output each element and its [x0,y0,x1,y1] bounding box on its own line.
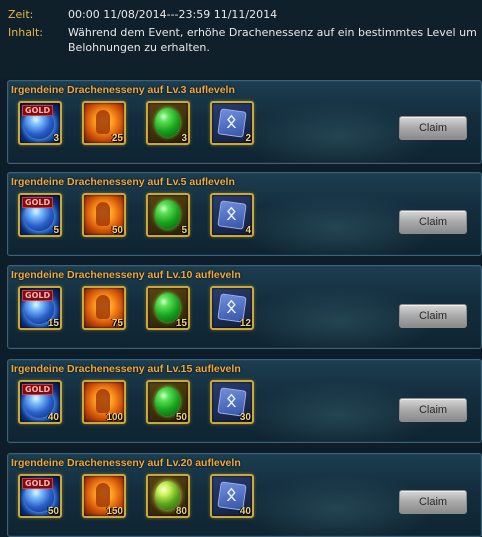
fire-figure-icon[interactable]: 75 [82,286,126,330]
item-quantity: 4 [245,225,251,236]
item-quantity: 2 [245,133,251,144]
green-gem-icon[interactable]: 3 [146,101,190,145]
item-quantity: 25 [111,133,123,144]
item-quantity: 12 [239,318,251,329]
item-quantity: 15 [47,318,59,329]
blue-orb-icon[interactable]: GOLD 3 [18,101,62,145]
event-info-header: Zeit: 00:00 11/08/2014---23:59 11/11/2014… [0,0,482,78]
time-label: Zeit: [8,8,34,21]
time-value: 00:00 11/08/2014---23:59 11/11/2014 [68,8,278,21]
blue-orb-icon[interactable]: GOLD 40 [18,380,62,424]
tier-title: Irgendeine Drachenesseny auf Lv.3 auflev… [11,84,235,96]
green-gem-icon[interactable]: 15 [146,286,190,330]
item-quantity: 40 [47,412,59,423]
blue-rune-icon[interactable]: ᛟ4 [210,193,254,237]
item-quantity: 30 [239,412,251,423]
tier-title: Irgendeine Drachenesseny auf Lv.10 aufle… [11,269,241,281]
item-quantity: 100 [106,412,123,423]
blue-rune-icon[interactable]: ᛟ 40 [210,474,254,518]
item-quantity: 5 [181,225,187,236]
claim-button[interactable]: Claim [399,210,467,234]
item-quantity: 40 [239,506,251,517]
reward-tier-lv3: Irgendeine Drachenesseny auf Lv.3 auflev… [7,80,482,164]
content-row: Inhalt: Während dem Event, erhöhe Drachen… [8,25,480,55]
blue-orb-icon[interactable]: GOLD 50 [18,474,62,518]
reward-tier-lv15: Irgendeine Drachenesseny auf Lv.15 aufle… [7,359,482,443]
gold-tag: GOLD [22,197,54,208]
blue-rune-icon[interactable]: ᛟ 30 [210,380,254,424]
gold-green-gem-icon[interactable]: 80 [146,474,190,518]
fire-figure-icon[interactable]: 25 [82,101,126,145]
claim-button[interactable]: Claim [399,398,467,422]
blue-orb-icon[interactable]: GOLD 5 [18,193,62,237]
item-quantity: 3 [53,133,59,144]
tier-title: Irgendeine Drachenesseny auf Lv.20 aufle… [11,457,241,469]
reward-tier-lv10: Irgendeine Drachenesseny auf Lv.10 aufle… [7,265,482,349]
rune-glyph-icon: ᛟ [226,203,237,224]
item-quantity: 5 [53,225,59,236]
gold-tag: GOLD [22,290,54,301]
blue-orb-icon[interactable]: GOLD 15 [18,286,62,330]
reward-tier-lv20: Irgendeine Drachenesseny auf Lv.20 aufle… [7,453,482,537]
item-quantity: 15 [175,318,187,329]
fire-figure-icon[interactable]: 100 [82,380,126,424]
rune-glyph-icon: ᛟ [226,390,237,411]
claim-button[interactable]: Claim [399,116,467,140]
rune-glyph-icon: ᛟ [226,296,237,317]
claim-button[interactable]: Claim [399,304,467,328]
gold-tag: GOLD [22,384,54,395]
fire-figure-icon[interactable]: 50 [82,193,126,237]
blue-rune-icon[interactable]: ᛟ2 [210,101,254,145]
gold-tag: GOLD [22,478,54,489]
rune-glyph-icon: ᛟ [226,484,237,505]
item-quantity: 150 [106,506,123,517]
blue-rune-icon[interactable]: ᛟ 12 [210,286,254,330]
time-row: Zeit: 00:00 11/08/2014---23:59 11/11/2014 [8,7,480,22]
item-quantity: 80 [175,506,187,517]
content-label: Inhalt: [8,26,44,39]
claim-button[interactable]: Claim [399,490,467,514]
item-quantity: 50 [175,412,187,423]
green-gem-icon[interactable]: 5 [146,193,190,237]
tier-title: Irgendeine Drachenesseny auf Lv.15 aufle… [11,363,241,375]
item-quantity: 3 [181,133,187,144]
tier-title: Irgendeine Drachenesseny auf Lv.5 auflev… [11,176,235,188]
fire-figure-icon[interactable]: 150 [82,474,126,518]
green-gem-icon[interactable]: 50 [146,380,190,424]
item-quantity: 50 [47,506,59,517]
content-value: Während dem Event, erhöhe Drachenessenz … [68,26,477,54]
item-quantity: 75 [111,318,123,329]
reward-tier-lv5: Irgendeine Drachenesseny auf Lv.5 auflev… [7,172,482,256]
gold-tag: GOLD [22,105,54,116]
rune-glyph-icon: ᛟ [226,111,237,132]
item-quantity: 50 [111,225,123,236]
